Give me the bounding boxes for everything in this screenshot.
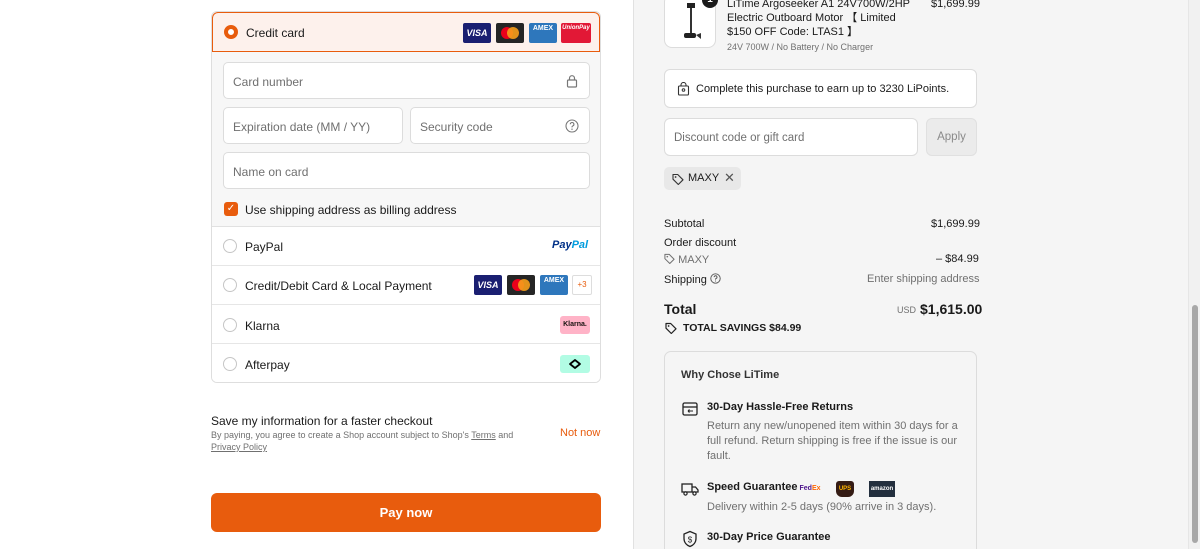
returns-icon xyxy=(682,402,698,416)
fedex-logo: FedEx xyxy=(799,485,821,492)
returns-desc: Return any new/unopened item within 30 d… xyxy=(707,420,958,462)
save-info-title: Save my information for a faster checkou… xyxy=(211,414,433,428)
save-info-terms: By paying, you agree to create a Shop ac… xyxy=(211,430,514,452)
points-text: Complete this purchase to earn up to 323… xyxy=(696,83,950,95)
afterpay-radio[interactable] xyxy=(223,357,237,371)
afterpay-option[interactable]: Afterpay xyxy=(212,344,600,382)
afterpay-label: Afterpay xyxy=(245,358,290,372)
credit-card-option[interactable]: Credit card VISA AMEX UnionPay xyxy=(212,12,600,52)
credit-debit-local-option[interactable]: Credit/Debit Card & Local Payment VISA A… xyxy=(212,266,600,305)
shipping-label-row: Shipping xyxy=(664,273,721,286)
card-number-placeholder: Card number xyxy=(233,75,304,89)
discount-code-row: MAXY xyxy=(664,253,709,266)
use-shipping-checkbox[interactable]: ✓ xyxy=(224,202,238,216)
name-on-card-placeholder: Name on card xyxy=(233,165,309,179)
privacy-policy-link[interactable]: Privacy Policy xyxy=(211,442,267,452)
credit-card-radio[interactable] xyxy=(224,25,238,39)
security-code-placeholder: Security code xyxy=(420,120,493,134)
returns-title: 30-Day Hassle-Free Returns xyxy=(707,401,854,413)
total-value: $1,615.00 xyxy=(920,301,983,317)
more-methods-badge: +3 xyxy=(572,275,592,295)
payment-methods: Credit card VISA AMEX UnionPay Card numb… xyxy=(211,11,601,383)
scrollbar-thumb[interactable] xyxy=(1192,305,1198,543)
paypal-radio[interactable] xyxy=(223,239,237,253)
apply-button[interactable]: Apply xyxy=(926,118,977,156)
klarna-label: Klarna xyxy=(245,319,280,333)
credit-debit-label: Credit/Debit Card & Local Payment xyxy=(245,279,432,293)
discount-code-input[interactable]: Discount code or gift card xyxy=(664,118,918,156)
applied-code-label: MAXY xyxy=(688,172,720,184)
delivery-truck-icon xyxy=(681,483,699,496)
expiration-date-input[interactable]: Expiration date (MM / YY) xyxy=(223,107,403,144)
subtotal-label: Subtotal xyxy=(664,218,705,230)
klarna-logo: Klarna. xyxy=(560,316,590,334)
payment-panel: Credit card VISA AMEX UnionPay Card numb… xyxy=(0,0,633,549)
price-guarantee-title: 30-Day Price Guarantee xyxy=(707,531,831,543)
total-savings: TOTAL SAVINGS $84.99 xyxy=(683,322,802,334)
use-shipping-label: Use shipping address as billing address xyxy=(245,203,457,217)
ups-logo: UPS xyxy=(836,481,854,497)
product-price: $1,699.99 xyxy=(931,0,980,10)
paypal-label: PayPal xyxy=(245,240,284,254)
discount-placeholder: Discount code or gift card xyxy=(674,132,805,144)
expiration-placeholder: Expiration date (MM / YY) xyxy=(233,120,371,134)
mastercard-logo xyxy=(496,23,524,43)
not-now-link[interactable]: Not now xyxy=(560,427,600,439)
why-chose-title: Why Chose LiTime xyxy=(681,369,780,381)
klarna-option[interactable]: Klarna Klarna. xyxy=(212,305,600,344)
visa-logo: VISA xyxy=(463,23,491,43)
amazon-logo: amazon xyxy=(869,481,895,497)
speed-guarantee-title: Speed Guarantee xyxy=(707,481,798,493)
price-shield-icon: $ xyxy=(683,530,697,548)
tag-icon xyxy=(672,173,684,185)
visa-logo: VISA xyxy=(474,275,502,295)
help-circle-icon[interactable] xyxy=(710,273,721,284)
amex-logo: AMEX xyxy=(540,275,568,295)
help-circle-icon[interactable] xyxy=(565,119,579,133)
lock-icon xyxy=(566,75,578,88)
order-discount-label: Order discount xyxy=(664,237,737,249)
shipping-label: Shipping xyxy=(664,274,707,286)
product-title: LiTime Argoseeker A1 24V700W/2HP Electri… xyxy=(727,0,910,38)
card-number-input[interactable]: Card number xyxy=(223,62,590,99)
credit-card-form: Card number Expiration date (MM / YY) Se… xyxy=(212,52,600,227)
security-code-input[interactable]: Security code xyxy=(410,107,590,144)
speed-guarantee-desc: Delivery within 2-5 days (90% arrive in … xyxy=(707,501,937,513)
shipping-value: Enter shipping address xyxy=(867,273,980,285)
amex-logo: AMEX xyxy=(529,23,557,43)
unionpay-logo: UnionPay xyxy=(561,23,591,43)
applied-discount-chip: MAXY ✕ xyxy=(664,167,741,190)
paypal-option[interactable]: PayPal PayPal xyxy=(212,227,600,266)
points-banner: Complete this purchase to earn up to 323… xyxy=(664,69,977,108)
paypal-logo: PayPal xyxy=(552,239,589,251)
credit-card-label: Credit card xyxy=(246,26,305,40)
discount-value: – $84.99 xyxy=(936,253,979,265)
shopping-bag-icon xyxy=(677,82,690,96)
name-on-card-input[interactable]: Name on card xyxy=(223,152,590,189)
total-currency: USD xyxy=(897,305,917,315)
tag-icon xyxy=(665,322,677,334)
total-label: Total xyxy=(664,301,697,317)
afterpay-arrows-icon xyxy=(569,359,581,369)
tag-icon xyxy=(664,253,675,265)
product-variant: 24V 700W / No Battery / No Charger xyxy=(727,42,874,52)
discount-code-text: MAXY xyxy=(678,254,710,266)
credit-debit-radio[interactable] xyxy=(223,278,237,292)
klarna-radio[interactable] xyxy=(223,318,237,332)
remove-discount-icon[interactable]: ✕ xyxy=(724,170,735,186)
afterpay-logo xyxy=(560,355,590,373)
pay-now-button[interactable]: Pay now xyxy=(211,493,601,532)
subtotal-value: $1,699.99 xyxy=(931,218,980,230)
mastercard-logo xyxy=(507,275,535,295)
page-scrollbar[interactable] xyxy=(1188,0,1200,549)
svg-text:$: $ xyxy=(688,536,693,545)
terms-link[interactable]: Terms xyxy=(471,430,496,440)
